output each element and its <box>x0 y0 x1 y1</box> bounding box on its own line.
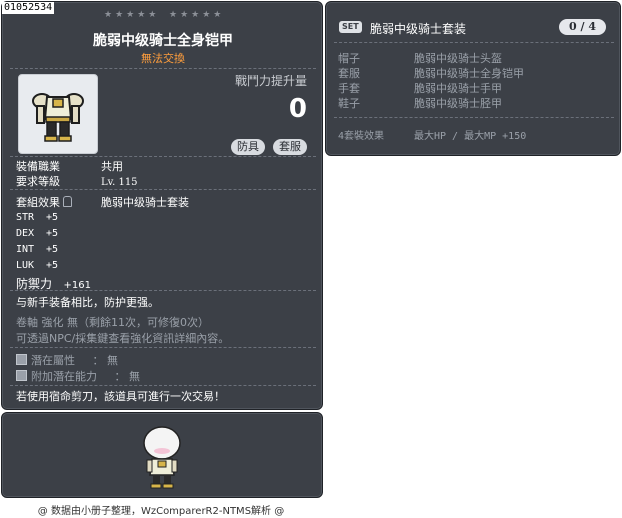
divider <box>334 42 614 43</box>
potential-value: ： 無 <box>92 354 119 367</box>
set-title: 脆弱中级骑士套装 <box>370 22 467 36</box>
divider <box>10 347 316 348</box>
potential-row: 潛在屬性 ： 無 <box>16 352 118 368</box>
set-effect-label: 套組效果 <box>16 196 60 209</box>
armor-item-icon <box>18 74 98 154</box>
divider <box>10 290 316 291</box>
character-preview <box>1 412 323 498</box>
job-row: 裝備職業 共用 <box>16 158 123 174</box>
item-tooltip: 01052534 ★★★★★ ★★★★★ 脆弱中级骑士全身铠甲 無法交換 戰鬥力… <box>1 1 323 410</box>
character-avatar <box>143 426 181 489</box>
job-label: 裝備職業 <box>16 160 60 173</box>
set-count: 0 / 4 <box>559 19 606 35</box>
divider <box>10 68 316 69</box>
stat-row-luk: LUK +5 <box>16 260 59 271</box>
defense-label: 防禦力 <box>16 277 53 291</box>
job-value: 共用 <box>101 160 123 173</box>
item-description: 与新手装备相比，防护更强。 <box>16 296 159 309</box>
tag-suit: 套服 <box>273 139 307 155</box>
tag-armor: 防具 <box>231 139 265 155</box>
set-effect-value: 脆弱中级骑士套装 <box>101 196 189 209</box>
divider <box>10 189 316 190</box>
set-info-panel: SET 脆弱中级骑士套装 0 / 4 帽子 脆弱中级骑士头盔 套服 脆弱中级骑士全身… <box>325 1 621 156</box>
level-row: 要求等級 Lv. 115 <box>16 173 138 189</box>
trade-restriction: 無法交換 <box>141 52 185 65</box>
stat-row-dex: DEX +5 <box>16 228 59 239</box>
stat-row-int: INT +5 <box>16 244 59 255</box>
level-value: Lv. 115 <box>101 177 138 188</box>
potential-checkbox <box>16 354 27 365</box>
item-id: 01052534 <box>2 2 55 14</box>
divider <box>10 156 316 157</box>
potential-label: 潛在屬性 <box>31 354 75 367</box>
item-name: 脆弱中级骑士全身铠甲 <box>93 33 233 49</box>
set-badge: SET <box>339 21 362 33</box>
combat-power-label: 戰鬥力提升量 <box>234 74 307 88</box>
divider <box>334 117 614 118</box>
set-item-row: 鞋子 脆弱中级骑士胫甲 <box>338 97 502 110</box>
set-bonus-row: 4套裝效果 最大HP / 最大MP +150 <box>338 127 526 142</box>
set-item-row: 帽子 脆弱中级骑士头盔 <box>338 52 502 65</box>
stat-row-str: STR +5 <box>16 212 59 223</box>
additional-potential-row: 附加潛在能力 ： 無 <box>16 368 140 384</box>
star-rating-right: ★★★★★ <box>169 10 225 20</box>
scroll-info: 卷軸 強化 無（剩餘11次，可修復0次） <box>16 316 209 329</box>
set-bonus-value: 最大HP / 最大MP +150 <box>414 131 527 142</box>
set-effect-row: 套組效果 脆弱中级骑士套装 <box>16 194 189 210</box>
additional-potential-value: ： 無 <box>114 370 141 383</box>
set-bonus-label: 4套裝效果 <box>338 131 385 142</box>
level-label: 要求等級 <box>16 175 60 188</box>
combat-power-value: 0 <box>288 94 307 124</box>
set-item-row: 手套 脆弱中级骑士手甲 <box>338 82 502 95</box>
additional-potential-label: 附加潛在能力 <box>31 370 97 383</box>
footer-credit: @ 数据由小册子整理，WzComparerR2-NTMS解析 @ <box>37 506 285 517</box>
npc-info: 可透過NPC/採集鍵查看強化資訊詳細內容。 <box>16 332 230 345</box>
lock-icon <box>63 196 72 207</box>
set-item-row: 套服 脆弱中级骑士全身铠甲 <box>338 67 524 80</box>
divider <box>10 385 316 386</box>
additional-potential-checkbox <box>16 370 27 381</box>
scissors-note: 若使用宿命剪刀，該道具可進行一次交易！ <box>16 390 225 403</box>
star-rating-left: ★★★★★ <box>104 10 160 20</box>
